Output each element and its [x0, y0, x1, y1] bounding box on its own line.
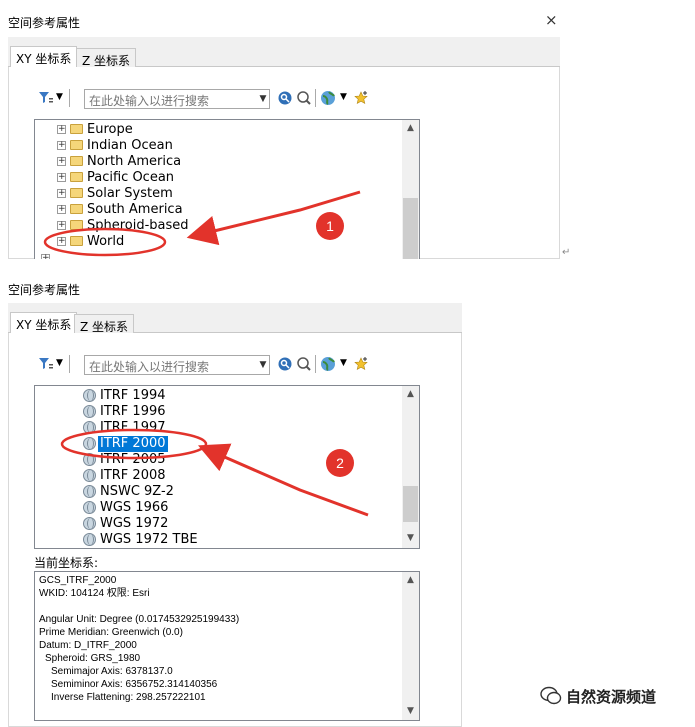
highlight-circle-world [43, 227, 167, 257]
watermark-text: 自然资源频道 [566, 688, 657, 706]
wechat-icon [540, 686, 562, 705]
highlight-circle-itrf2000 [60, 428, 208, 460]
annotation-badge-1: 1 [316, 212, 344, 240]
annotation-overlay [43, 190, 369, 517]
annotation-badge-2: 2 [326, 449, 354, 477]
